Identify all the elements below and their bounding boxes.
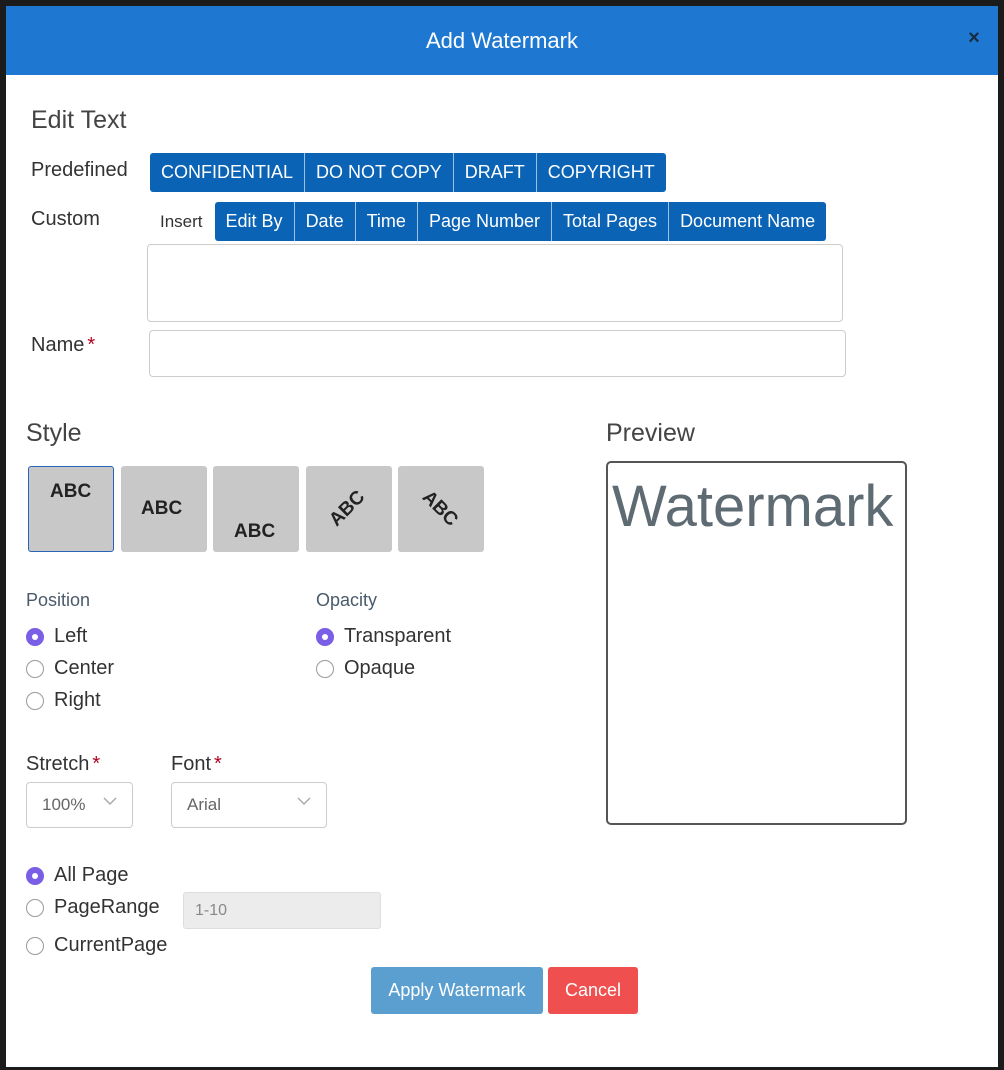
stretch-label: Stretch *	[26, 753, 100, 776]
style-sample-text: ABC	[234, 521, 276, 542]
insert-time-button[interactable]: Time	[355, 202, 418, 241]
preview-heading: Preview	[606, 419, 695, 447]
predefined-do-not-copy-button[interactable]: DO NOT COPY	[305, 153, 454, 192]
position-label: Position	[26, 590, 91, 610]
radio-circle	[26, 659, 44, 678]
preview-watermark-text: Watermark	[612, 474, 894, 539]
opacity-transparent-radio[interactable]: Transparent	[316, 625, 451, 648]
dialog-title-bar: Add Watermark ×	[6, 6, 998, 75]
style-sample-text: ABC	[417, 486, 462, 531]
position-left-radio[interactable]: Left	[26, 625, 87, 648]
dialog-title: Add Watermark	[425, 28, 578, 53]
style-middle-button[interactable]: ABC	[121, 466, 207, 552]
insert-total-pages-button[interactable]: Total Pages	[552, 202, 670, 241]
radio-circle	[316, 659, 334, 678]
current-page-radio[interactable]: CurrentPage	[26, 934, 167, 957]
required-mark: *	[214, 753, 222, 775]
name-label: Name *	[31, 334, 95, 357]
radio-label: Opaque	[344, 657, 416, 679]
style-heading: Style	[26, 419, 82, 447]
radio-circle	[26, 691, 44, 710]
radio-circle	[26, 898, 44, 917]
radio-circle	[316, 627, 334, 646]
style-sample-text: ABC	[50, 481, 92, 502]
custom-text-area[interactable]	[147, 244, 843, 322]
edit-text-heading: Edit Text	[31, 106, 127, 134]
radio-label: PageRange	[54, 896, 160, 918]
insert-label: Insert	[160, 212, 203, 231]
predefined-copyright-button[interactable]: COPYRIGHT	[536, 153, 666, 192]
close-icon[interactable]: ×	[964, 28, 984, 48]
font-label: Font *	[171, 753, 222, 776]
custom-label: Custom	[31, 208, 100, 230]
name-input[interactable]	[149, 330, 846, 377]
predefined-draft-button[interactable]: DRAFT	[453, 153, 537, 192]
required-mark: *	[87, 334, 96, 356]
apply-watermark-button[interactable]: Apply Watermark	[371, 967, 543, 1014]
preview-box: Watermark	[606, 461, 907, 825]
opacity-opaque-radio[interactable]: Opaque	[316, 657, 415, 680]
font-label-text: Font	[171, 753, 212, 775]
predefined-label: Predefined	[31, 159, 128, 181]
position-right-radio[interactable]: Right	[26, 689, 101, 712]
chevron-down-icon	[297, 797, 311, 806]
insert-date-button[interactable]: Date	[294, 202, 356, 241]
style-diagonal-up-button[interactable]: ABC	[306, 466, 392, 552]
font-select[interactable]: Arial	[171, 782, 327, 828]
radio-label: Transparent	[344, 625, 452, 647]
all-page-radio[interactable]: All Page	[26, 864, 129, 887]
stretch-label-text: Stretch	[26, 753, 90, 775]
style-sample-text: ABC	[141, 498, 183, 519]
stretch-select[interactable]: 100%	[26, 782, 133, 828]
style-bottom-button[interactable]: ABC	[213, 466, 299, 552]
insert-token-bar: Insert Edit By Date Time Page Number Tot…	[148, 202, 827, 241]
radio-label: Center	[54, 657, 115, 679]
predefined-confidential-button[interactable]: CONFIDENTIAL	[150, 153, 306, 192]
cancel-button[interactable]: Cancel	[548, 967, 638, 1014]
style-top-button[interactable]: ABC	[28, 466, 114, 552]
radio-label: Left	[54, 625, 88, 647]
radio-label: CurrentPage	[54, 934, 168, 956]
insert-document-name-button[interactable]: Document Name	[669, 202, 827, 241]
chevron-down-icon	[103, 797, 117, 806]
style-sample-text: ABC	[325, 486, 370, 531]
add-watermark-dialog: Add Watermark × Edit Text Predefined CON…	[6, 6, 998, 1067]
name-label-text: Name	[31, 334, 85, 356]
position-center-radio[interactable]: Center	[26, 657, 114, 680]
radio-circle	[26, 866, 44, 885]
page-range-placeholder: 1-10	[195, 902, 228, 919]
page-range-radio[interactable]: PageRange	[26, 896, 160, 919]
stretch-select-value: 100%	[42, 795, 86, 814]
opacity-label: Opacity	[316, 590, 378, 610]
insert-page-number-button[interactable]: Page Number	[417, 202, 552, 241]
predefined-button-bar: CONFIDENTIAL DO NOT COPY DRAFT COPYRIGHT	[150, 153, 666, 192]
radio-circle	[26, 936, 44, 955]
radio-label: All Page	[54, 864, 129, 886]
radio-label: Right	[54, 689, 101, 711]
required-mark: *	[92, 753, 101, 775]
page-range-input[interactable]: 1-10	[183, 892, 381, 929]
insert-edit-by-button[interactable]: Edit By	[214, 202, 295, 241]
font-select-value: Arial	[187, 795, 222, 814]
style-diagonal-down-button[interactable]: ABC	[398, 466, 484, 552]
radio-circle	[26, 627, 44, 646]
